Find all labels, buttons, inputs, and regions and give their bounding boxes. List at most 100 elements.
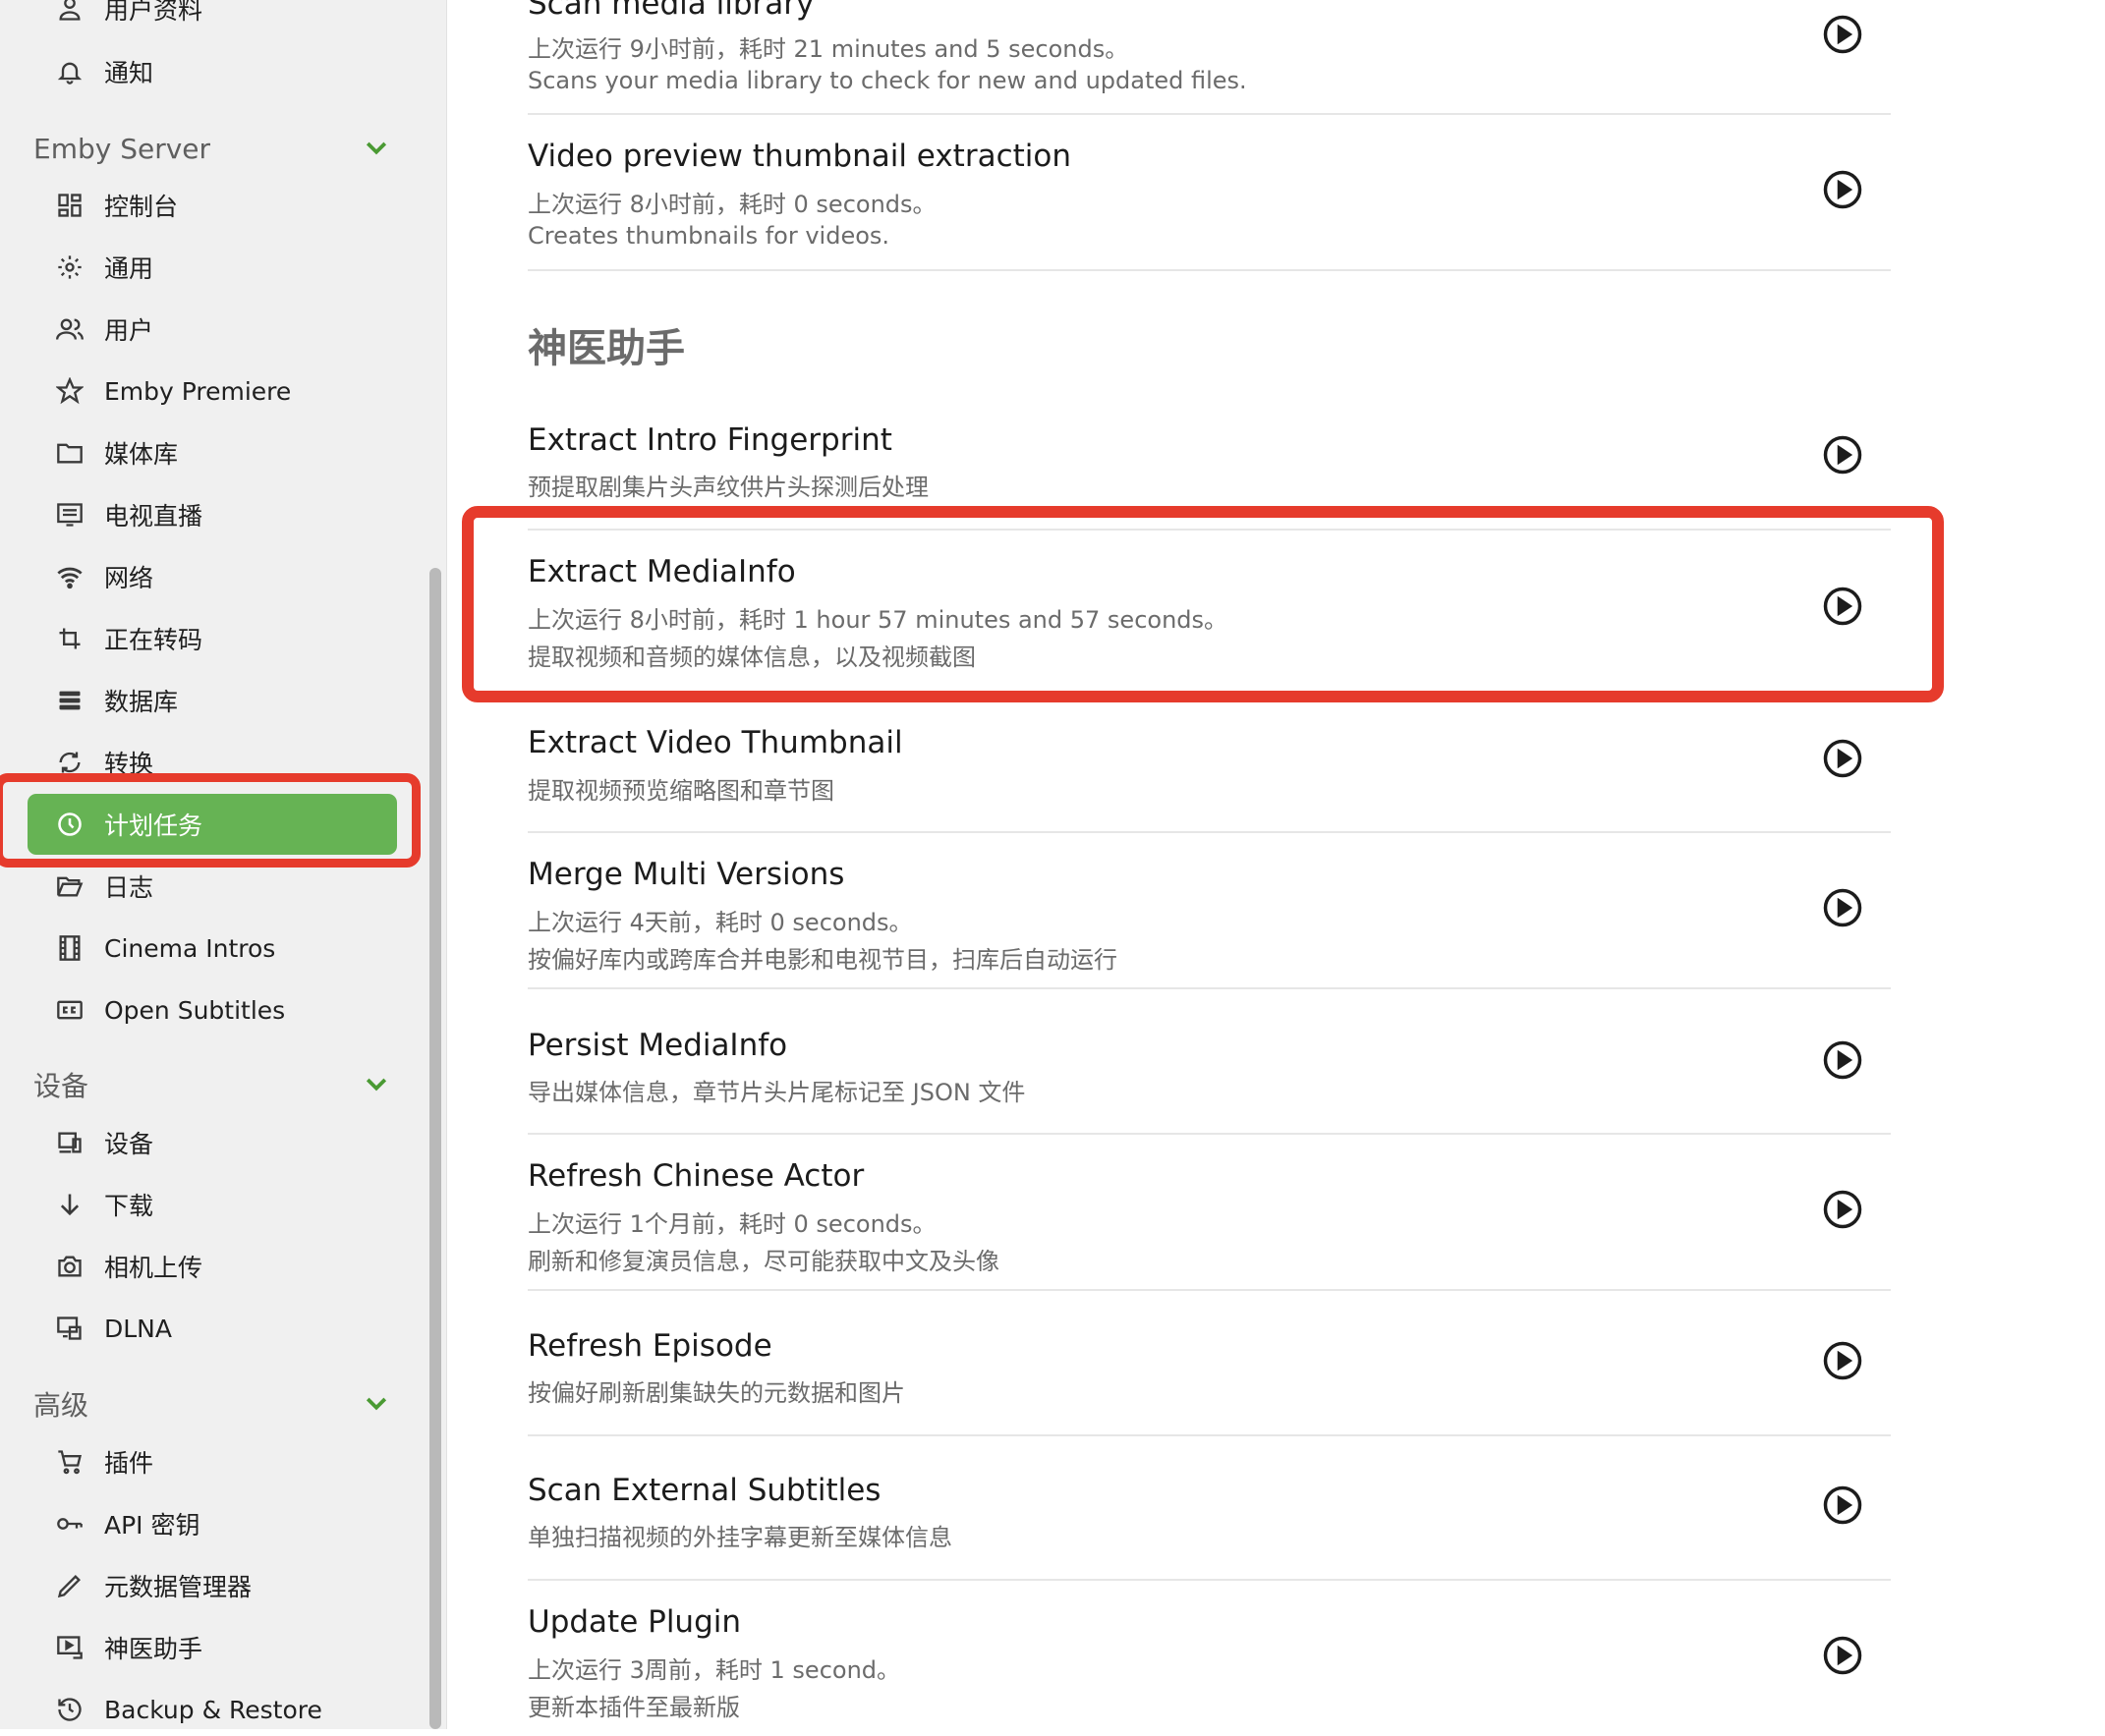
sidebar-item-label: Open Subtitles [104,995,286,1025]
wifi-icon [55,562,85,591]
sidebar-item-library[interactable]: 媒体库 [28,422,397,483]
sidebar-item-camera-upload[interactable]: 相机上传 [28,1236,397,1297]
sidebar-section-advanced[interactable]: 高级 [33,1379,397,1428]
task-row[interactable]: Refresh Chinese Actor 上次运行 1个月前，耗时 0 sec… [528,1133,1891,1291]
play-icon[interactable] [1822,434,1863,476]
sidebar-item-database[interactable]: 数据库 [28,670,397,731]
sidebar-item-dashboard[interactable]: 控制台 [28,175,397,236]
sidebar-item-backup-restore[interactable]: Backup & Restore [28,1679,397,1729]
users-icon [55,314,85,344]
play-icon[interactable] [1822,1189,1863,1230]
task-description: 按偏好刷新剧集缺失的元数据和图片 [528,1379,905,1407]
folder-icon [55,438,85,468]
section-title: 设备 [33,1070,89,1102]
sidebar-item-profile[interactable]: 用户资料 [28,0,397,39]
sidebar-item-label: API 密钥 [104,1511,200,1540]
section-title: 高级 [33,1389,89,1422]
task-row[interactable]: Merge Multi Versions 上次运行 4天前，耗时 0 secon… [528,831,1891,989]
sidebar-section-emby-server[interactable]: Emby Server [33,124,397,173]
download-arrow-icon [55,1190,85,1219]
task-row[interactable]: Scan External Subtitles 单独扫描视频的外挂字幕更新至媒体… [528,1434,1891,1581]
sidebar-scrollbar[interactable] [429,568,441,1729]
sidebar: 用户资料 通知 Emby Server 控制台 通用 用户 Emby Premi… [0,0,447,1729]
chevron-down-icon [362,134,391,163]
sidebar-item-label: 神医助手 [104,1635,203,1663]
sidebar-item-label: 电视直播 [104,502,203,531]
task-title: Refresh Chinese Actor [528,1158,865,1194]
database-icon [55,686,85,715]
task-description: 单独扫描视频的外挂字幕更新至媒体信息 [528,1524,952,1551]
play-icon[interactable] [1822,887,1863,928]
chevron-down-icon [362,1389,391,1419]
sidebar-item-label: 日志 [104,873,154,902]
task-title: Persist MediaInfo [528,1028,788,1063]
sidebar-item-label: 用户资料 [104,0,203,25]
task-title: Scan External Subtitles [528,1473,882,1508]
star-icon [55,376,85,406]
sidebar-item-network[interactable]: 网络 [28,546,397,607]
sidebar-item-label: 网络 [104,564,154,592]
sidebar-item-label: 设备 [104,1130,154,1158]
task-last-run: 上次运行 3周前，耗时 1 second。 [528,1656,901,1684]
section-title: Emby Server [33,132,211,165]
task-row[interactable]: Refresh Episode 按偏好刷新剧集缺失的元数据和图片 [528,1289,1891,1436]
sidebar-item-emby-premiere[interactable]: Emby Premiere [28,361,397,421]
closed-caption-icon [55,995,85,1025]
sidebar-item-label: Backup & Restore [104,1695,322,1724]
pencil-icon [55,1571,85,1600]
plugin-tasks: Extract Intro Fingerprint 预提取剧集片头声纹供片头探测… [446,0,2105,1729]
open-folder-icon [55,871,85,901]
sidebar-item-general[interactable]: 通用 [28,237,397,298]
play-icon[interactable] [1822,1635,1863,1676]
sidebar-item-label: 数据库 [104,688,179,716]
task-description: 预提取剧集片头声纹供片头探测后处理 [528,474,929,501]
dashboard-icon [55,191,85,220]
sidebar-item-api-keys[interactable]: API 密钥 [28,1493,397,1554]
video-plugin-icon [55,1633,85,1662]
sidebar-item-label: 控制台 [104,193,179,221]
task-description: 刷新和修复演员信息，尽可能获取中文及头像 [528,1248,999,1275]
task-title: Update Plugin [528,1604,742,1640]
task-description: 导出媒体信息，章节片头片尾标记至 JSON 文件 [528,1079,1026,1106]
task-description: 提取视频预览缩略图和章节图 [528,777,834,805]
bell-icon [55,57,85,86]
task-description: 更新本插件至最新版 [528,1694,740,1721]
annotation-highlight-box [462,506,1944,702]
transcode-icon [55,624,85,653]
task-description: 按偏好库内或跨库合并电影和电视节目，扫库后自动运行 [528,946,1117,974]
sidebar-item-devices[interactable]: 设备 [28,1112,397,1173]
sidebar-item-open-subtitles[interactable]: Open Subtitles [28,980,397,1040]
sidebar-item-notifications[interactable]: 通知 [28,41,397,102]
sidebar-item-label: 媒体库 [104,440,179,469]
sidebar-item-transcoding[interactable]: 正在转码 [28,608,397,669]
sidebar-item-label: 正在转码 [104,626,203,654]
sidebar-item-label: 通知 [104,59,154,87]
sidebar-item-label: 插件 [104,1449,154,1478]
dlna-icon [55,1314,85,1343]
tv-guide-icon [55,500,85,530]
play-icon[interactable] [1822,1484,1863,1526]
chevron-down-icon [362,1070,391,1099]
sidebar-item-users[interactable]: 用户 [28,299,397,360]
task-last-run: 上次运行 4天前，耗时 0 seconds。 [528,909,913,936]
sidebar-item-label: 相机上传 [104,1254,203,1282]
play-icon[interactable] [1822,1340,1863,1381]
task-row[interactable]: Persist MediaInfo 导出媒体信息，章节片头片尾标记至 JSON … [528,987,1891,1135]
task-row[interactable]: Extract Video Thumbnail 提取视频预览缩略图和章节图 [528,696,1891,833]
sidebar-item-metadata-manager[interactable]: 元数据管理器 [28,1555,397,1616]
sidebar-item-dlna[interactable]: DLNA [28,1298,397,1359]
sidebar-item-shenyi-assistant[interactable]: 神医助手 [28,1617,397,1678]
task-title: Extract Intro Fingerprint [528,422,892,458]
sidebar-item-cinema-intros[interactable]: Cinema Intros [28,918,397,979]
task-row[interactable]: Update Plugin 上次运行 3周前，耗时 1 second。 更新本插… [528,1579,1891,1736]
play-icon[interactable] [1822,1039,1863,1081]
sidebar-item-downloads[interactable]: 下载 [28,1174,397,1235]
play-icon[interactable] [1822,738,1863,779]
annotation-highlight-box [0,773,421,868]
sidebar-item-label: 元数据管理器 [104,1573,253,1601]
sidebar-item-label: 用户 [104,316,154,345]
sidebar-item-label: 下载 [104,1192,154,1220]
sidebar-item-live-tv[interactable]: 电视直播 [28,484,397,545]
sidebar-section-devices[interactable]: 设备 [33,1060,397,1109]
sidebar-item-plugins[interactable]: 插件 [28,1431,397,1492]
